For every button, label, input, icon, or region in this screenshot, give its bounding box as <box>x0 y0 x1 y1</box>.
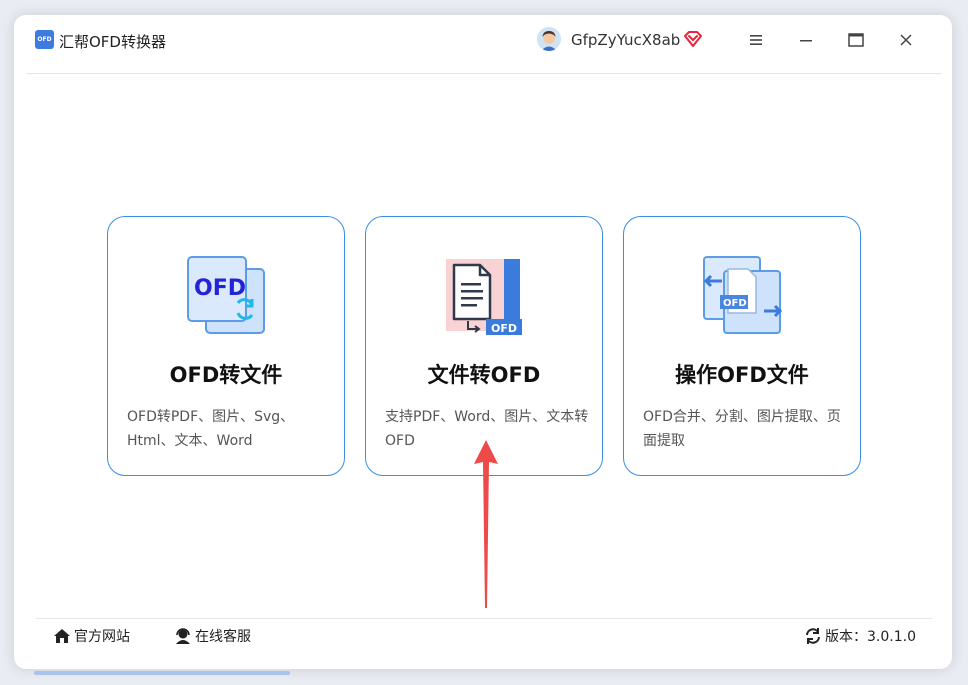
maximize-button[interactable] <box>845 29 867 51</box>
refresh-icon <box>806 628 820 644</box>
ofd-convert-icon: OFD <box>186 255 268 337</box>
website-label: 官方网站 <box>74 629 130 645</box>
svg-text:OFD: OFD <box>491 322 517 335</box>
close-icon <box>900 34 912 46</box>
card-ofd-to-file[interactable]: OFD OFD转文件 OFD转PDF、图片、Svg、Html、文本、Word <box>107 216 345 476</box>
footer-bar: 官方网站 在线客服 版本：3.0.1.0 <box>36 618 932 655</box>
avatar[interactable] <box>537 27 561 51</box>
card-title: OFD转文件 <box>169 363 283 387</box>
file-to-ofd-icon: OFD <box>444 255 526 337</box>
version-label: 版本：3.0.1.0 <box>825 629 916 645</box>
headset-icon <box>176 628 190 644</box>
card-title: 操作OFD文件 <box>675 363 809 387</box>
ofd-operate-icon: OFD <box>702 255 784 337</box>
card-description: OFD转PDF、图片、Svg、Html、文本、Word <box>127 409 295 449</box>
minimize-button[interactable] <box>795 29 817 51</box>
menu-button[interactable] <box>745 29 767 51</box>
card-file-to-ofd[interactable]: OFD 文件转OFD 支持PDF、Word、图片、文本转OFD <box>365 216 603 476</box>
app-title: 汇帮OFD转换器 <box>59 33 166 51</box>
horizontal-scrollbar[interactable] <box>34 671 290 675</box>
vip-diamond-icon[interactable] <box>683 29 703 49</box>
card-title: 文件转OFD <box>427 363 541 387</box>
card-description: OFD合并、分割、图片提取、页面提取 <box>643 409 841 449</box>
support-label: 在线客服 <box>195 629 251 645</box>
app-logo-icon: OFD <box>35 30 54 49</box>
hamburger-icon <box>750 35 762 45</box>
maximize-icon <box>848 33 864 47</box>
svg-text:OFD: OFD <box>723 298 747 309</box>
close-button[interactable] <box>895 29 917 51</box>
title-bar: OFD 汇帮OFD转换器 GfpZyYucX8ab <box>26 26 942 74</box>
version-info[interactable]: 版本：3.0.1.0 <box>804 627 916 645</box>
website-link[interactable]: 官方网站 <box>53 627 130 645</box>
username[interactable]: GfpZyYucX8ab <box>571 31 680 49</box>
card-ofd-operate[interactable]: OFD 操作OFD文件 OFD合并、分割、图片提取、页面提取 <box>623 216 861 476</box>
home-icon <box>54 629 70 643</box>
support-link[interactable]: 在线客服 <box>174 627 251 645</box>
annotation-arrow-icon <box>474 440 498 610</box>
svg-text:OFD: OFD <box>194 276 246 301</box>
minimize-icon <box>800 40 812 42</box>
